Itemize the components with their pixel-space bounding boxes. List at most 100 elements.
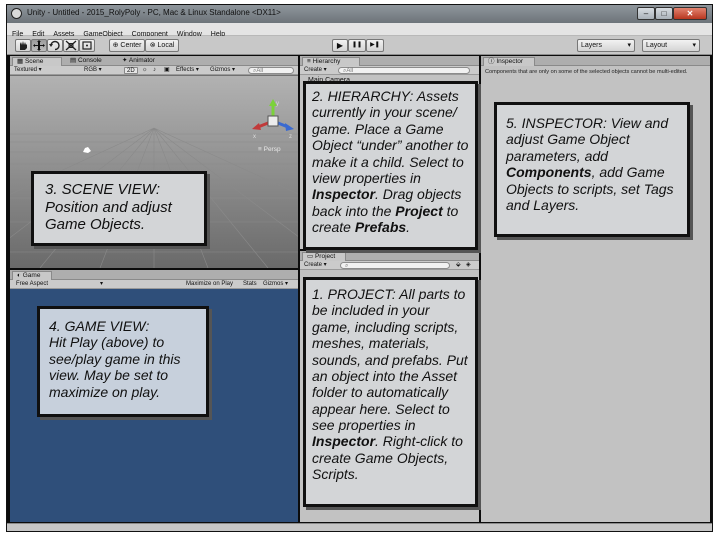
minimize-button[interactable]: –: [637, 7, 655, 20]
project-tab-strip: ▭ Project: [300, 251, 479, 261]
draw-mode-label: Textured: [14, 67, 38, 73]
stats-toggle[interactable]: Stats: [243, 281, 257, 288]
filter-by-type-icon[interactable]: ⬙: [456, 262, 461, 269]
step-button[interactable]: ▶❚: [366, 39, 384, 52]
light-toggle-icon[interactable]: ☼: [142, 67, 148, 74]
tab-hierarchy-label: Hierarchy: [312, 58, 341, 65]
callout-scene-body: Position and adjust Game Objects.: [45, 198, 172, 234]
unity-editor-window: Unity - Untitled - 2015_RolyPoly - PC, M…: [6, 4, 713, 532]
tab-console[interactable]: ▤ Console: [66, 57, 106, 66]
tab-inspector[interactable]: ⓘ Inspector: [483, 57, 535, 66]
space-label: Local: [157, 42, 175, 49]
aspect-dropdown[interactable]: Free Aspect ▾: [16, 281, 108, 288]
rect-transform-icon: [82, 41, 92, 50]
rotate-icon: [49, 40, 60, 51]
render-mode-dropdown[interactable]: RGB ▾: [84, 67, 102, 74]
gizmo-x-label: x: [253, 134, 256, 140]
tab-project-label: Project: [314, 253, 336, 260]
scale-icon: [65, 40, 77, 51]
hierarchy-control-bar: Create ▾ ⌕All: [300, 66, 479, 75]
move-arrows-icon: [33, 40, 45, 51]
inspector-tab-strip: ⓘ Inspector: [481, 56, 710, 66]
persp-label-wrap[interactable]: ≡ Persp: [258, 146, 281, 153]
callout-hierarchy-bold2: Project: [395, 202, 443, 219]
menu-bar: File Edit Assets GameObject Component Window H…: [7, 23, 712, 38]
scene-object-icon[interactable]: [82, 146, 92, 154]
callout-game-body: Hit Play (above) to see/play game in thi…: [49, 334, 181, 400]
fx-image-icon[interactable]: ▣: [164, 67, 170, 74]
scene-gizmos-label: Gizmos: [210, 67, 231, 73]
maximize-button[interactable]: □: [655, 7, 673, 20]
title-bar: Unity - Untitled - 2015_RolyPoly - PC, M…: [7, 5, 712, 23]
tab-hierarchy[interactable]: ≡ Hierarchy: [302, 57, 360, 66]
callout-hierarchy-bold1: Inspector: [312, 186, 376, 203]
rect-tool-button[interactable]: [79, 39, 95, 52]
audio-toggle-icon[interactable]: ♪: [153, 67, 156, 74]
hierarchy-create-dropdown[interactable]: Create ▾: [304, 67, 327, 74]
2d-toggle[interactable]: 2D: [124, 67, 138, 74]
effects-label: Effects: [176, 67, 195, 73]
tab-game-label: Game: [22, 272, 41, 279]
scene-search-input[interactable]: ⌕All: [248, 67, 294, 74]
maximize-on-play-toggle[interactable]: Maximize on Play: [186, 281, 233, 288]
pivot-label: Center: [120, 42, 142, 49]
scene-tab-strip: ▦ Scene ▤ Console ✦ Animator: [10, 56, 298, 66]
game-gizmos-dropdown[interactable]: Gizmos ▾: [263, 281, 288, 288]
aspect-label: Free Aspect: [16, 281, 49, 287]
callout-hierarchy: 2. HIERARCHY: Assets currently in your s…: [303, 81, 478, 250]
project-control-bar: Create ▾ ⌕ ⬙ ◈: [300, 261, 479, 270]
axis-gizmo-icon[interactable]: y x z: [250, 98, 296, 144]
tab-game[interactable]: ◐ Game: [12, 271, 52, 280]
callout-inspector-heading: 5. INSPECTOR:: [506, 115, 607, 131]
project-create-dropdown[interactable]: Create ▾: [304, 262, 327, 269]
draw-mode-dropdown[interactable]: Textured ▾: [14, 67, 42, 74]
pause-button[interactable]: ❚❚: [348, 39, 366, 52]
callout-hierarchy-heading: 2. HIERARCHY:: [312, 88, 414, 104]
tab-console-label: Console: [77, 57, 102, 64]
space-local-toggle[interactable]: ⊗ Local: [145, 39, 179, 52]
tab-scene[interactable]: ▦ Scene: [12, 57, 62, 66]
project-create-label: Create: [304, 262, 323, 268]
hand-icon: [20, 41, 27, 50]
callout-project-text1: All parts to be included in your game, i…: [312, 286, 468, 433]
callout-game-heading: 4. GAME VIEW:: [49, 318, 150, 334]
scene-control-bar: Textured ▾ RGB ▾ 2D ☼ ♪ ▣ Effects ▾ Gizm…: [10, 66, 298, 75]
hierarchy-search-input[interactable]: ⌕All: [338, 67, 470, 74]
callout-inspector: 5. INSPECTOR: View and adjust Game Objec…: [494, 102, 690, 237]
rotate-tool-button[interactable]: [47, 39, 63, 52]
tab-animator[interactable]: ✦ Animator: [118, 57, 159, 66]
scene-search-placeholder: All: [256, 68, 264, 74]
persp-label: Persp: [263, 146, 281, 153]
game-gizmos-label: Gizmos: [263, 281, 284, 287]
project-search-input[interactable]: ⌕: [340, 262, 450, 269]
layout-dropdown[interactable]: Layout: [642, 39, 700, 52]
status-bar: [7, 523, 712, 531]
inspector-multi-edit-message: Components that are only on some of the …: [485, 69, 688, 75]
tab-project[interactable]: ▭ Project: [302, 252, 346, 261]
move-tool-button[interactable]: [31, 39, 47, 52]
hand-tool-button[interactable]: [15, 39, 31, 52]
callout-game-view: 4. GAME VIEW: Hit Play (above) to see/pl…: [37, 306, 209, 417]
close-button[interactable]: ✕: [673, 7, 707, 20]
tab-scene-label: Scene: [24, 58, 44, 65]
play-button[interactable]: ▶: [332, 39, 348, 52]
callout-hierarchy-text4: .: [406, 219, 411, 235]
hierarchy-tab-strip: ≡ Hierarchy: [300, 56, 479, 66]
callout-hierarchy-bold3: Prefabs: [354, 219, 407, 235]
gizmo-z-label: z: [289, 134, 292, 140]
effects-dropdown[interactable]: Effects ▾: [176, 67, 199, 74]
callout-scene-heading: 3. SCENE VIEW:: [45, 181, 161, 198]
tab-animator-label: Animator: [128, 57, 155, 64]
callout-inspector-bold1: Components: [506, 164, 592, 181]
tab-inspector-label: Inspector: [496, 58, 524, 65]
globe-icon: ⊗: [149, 42, 158, 49]
pivot-center-toggle[interactable]: ⊕ Center: [109, 39, 145, 52]
scale-tool-button[interactable]: [63, 39, 79, 52]
filter-by-label-icon[interactable]: ◈: [466, 262, 471, 269]
scene-gizmos-dropdown[interactable]: Gizmos ▾: [210, 67, 235, 74]
callout-project-heading: 1. PROJECT:: [312, 286, 396, 302]
console-tab-icon: ▤: [70, 57, 78, 64]
game-control-bar: Free Aspect ▾ Maximize on Play Stats Gizm…: [10, 280, 298, 289]
layers-dropdown[interactable]: Layers: [577, 39, 635, 52]
gizmo-y-label: y: [276, 101, 279, 107]
